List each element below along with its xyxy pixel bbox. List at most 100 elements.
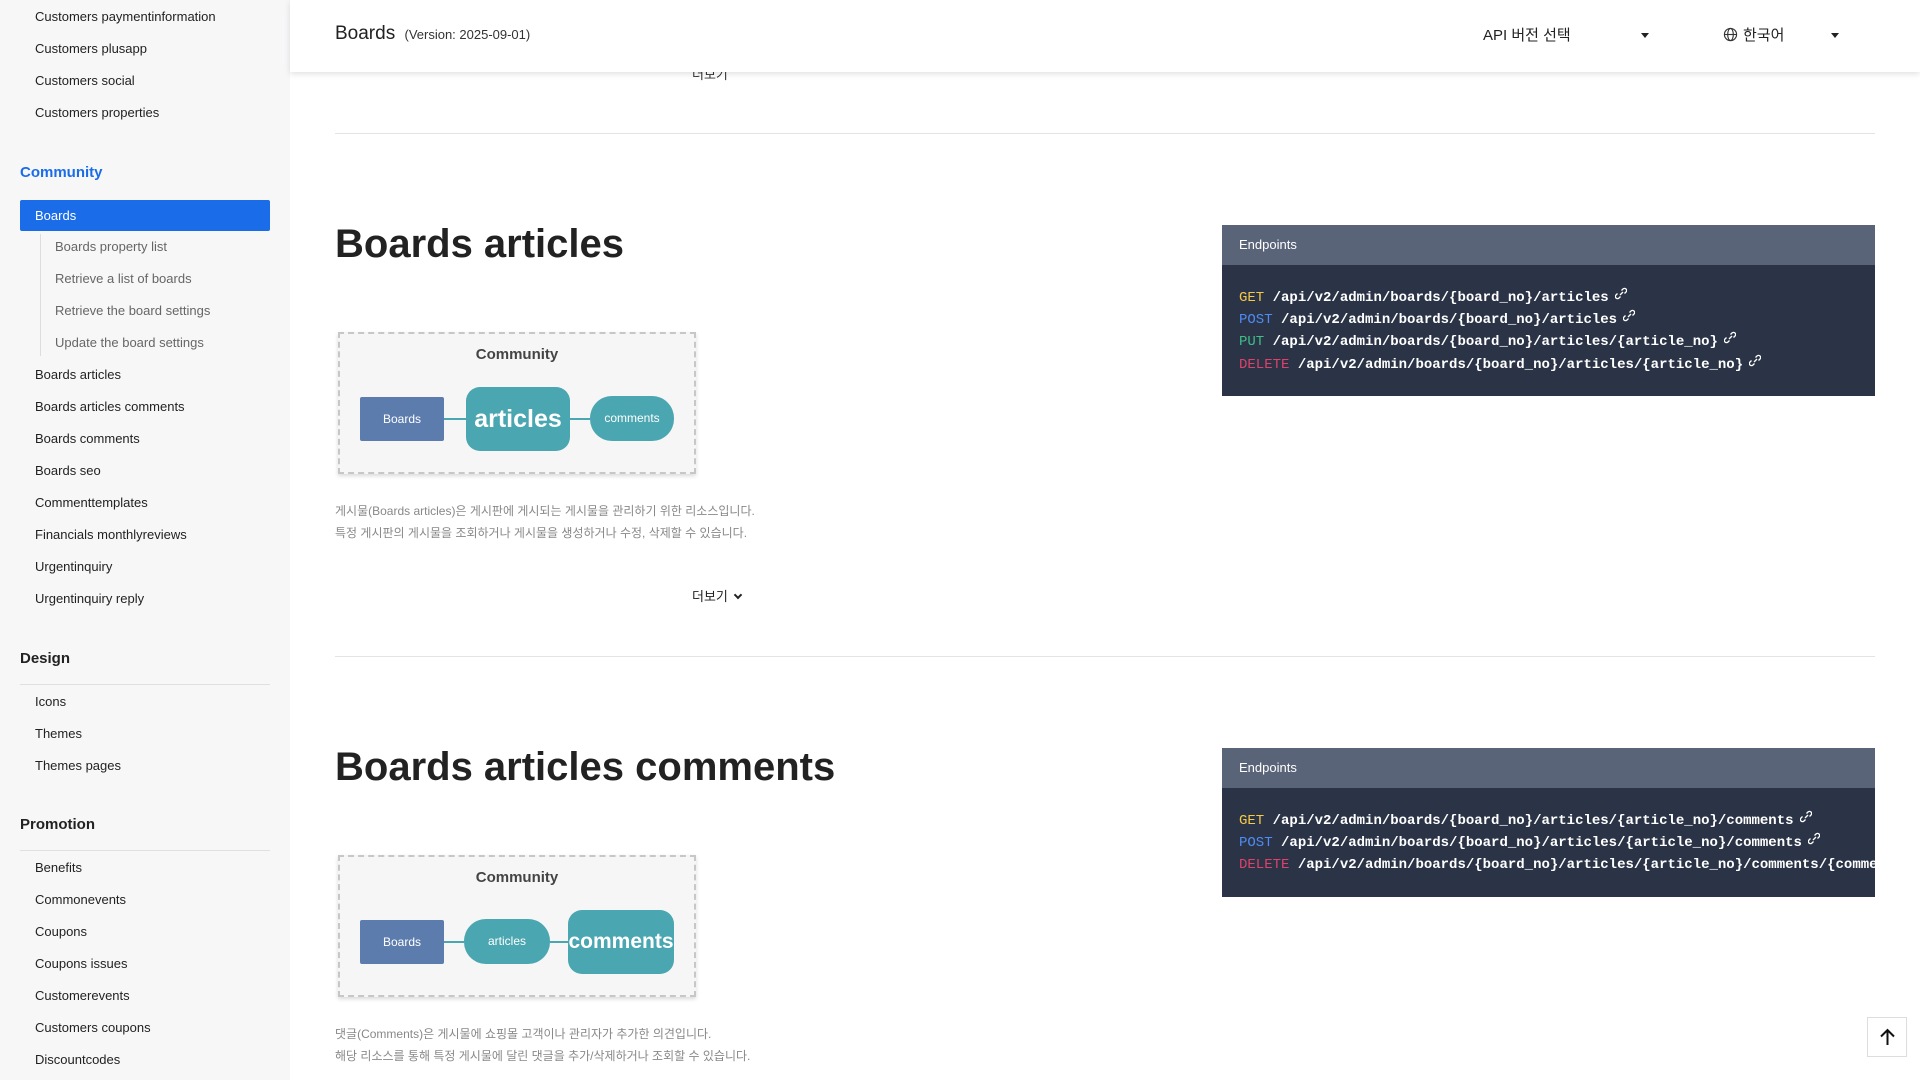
endpoints-list: GET /api/v2/admin/boards/{board_no}/arti… (1222, 788, 1875, 897)
endpoints-header: Endpoints (1222, 748, 1875, 788)
sidebar-sub-retrieve-board-settings[interactable]: Retrieve the board settings (55, 303, 210, 318)
link-icon[interactable] (1799, 810, 1812, 831)
endpoint-path: /api/v2/admin/boards/{board_no}/articles… (1272, 813, 1794, 830)
endpoints-panel: Endpoints GET /api/v2/admin/boards/{boar… (1222, 225, 1875, 396)
method-get: GET (1239, 290, 1265, 307)
method-post: POST (1239, 835, 1273, 852)
globe-icon (1723, 27, 1738, 46)
section-title-boards-articles: Boards articles (335, 222, 625, 266)
top-header: Boards (Version: 2025-09-01) API 버전 선택 한… (290, 0, 1920, 72)
sidebar-item-commonevents[interactable]: Commonevents (35, 892, 126, 907)
description-line: 해당 리소스를 통해 특정 게시물에 달린 댓글을 추가/삭제하거나 조회할 수… (335, 1049, 751, 1063)
submenu-line (40, 234, 41, 356)
method-delete: DELETE (1239, 857, 1290, 874)
diagram-connector (444, 941, 464, 943)
endpoint-path: /api/v2/admin/boards/{board_no}/articles… (1281, 835, 1802, 852)
endpoint-path: /api/v2/admin/boards/{board_no}/articles (1281, 312, 1618, 329)
description-line: 댓글(Comments)은 게시물에 쇼핑몰 고객이나 관리자가 추가한 의견입… (335, 1027, 712, 1041)
sidebar-item-customers-social[interactable]: Customers social (35, 73, 135, 88)
endpoint-path: /api/v2/admin/boards/{board_no}/articles… (1297, 356, 1744, 373)
diagram-boards-box: Boards (360, 920, 444, 964)
method-post: POST (1239, 312, 1273, 329)
sidebar-item-urgentinquiry[interactable]: Urgentinquiry (35, 559, 112, 574)
endpoint-row[interactable]: POST /api/v2/admin/boards/{board_no}/art… (1239, 309, 1858, 331)
method-delete: DELETE (1239, 356, 1290, 373)
sidebar-item-financials-monthlyreviews[interactable]: Financials monthlyreviews (35, 527, 187, 542)
sidebar-item-customers-paymentinformation[interactable]: Customers paymentinformation (35, 9, 216, 24)
sidebar-item-boards-comments[interactable]: Boards comments (35, 431, 140, 446)
endpoint-row[interactable]: DELETE /api/v2/admin/boards/{board_no}/a… (1239, 354, 1858, 376)
link-icon[interactable] (1748, 354, 1762, 375)
diagram-connector (570, 418, 590, 420)
sidebar-section-community[interactable]: Community (20, 164, 103, 181)
sidebar-sub-update-board-settings[interactable]: Update the board settings (55, 335, 204, 350)
more-button[interactable]: 더보기 (692, 586, 743, 605)
sidebar-sub-boards-property-list[interactable]: Boards property list (55, 239, 167, 254)
sidebar-item-customers-properties[interactable]: Customers properties (35, 105, 159, 120)
resource-diagram: Community Boards articles comments (338, 855, 696, 997)
sidebar-item-icons[interactable]: Icons (35, 694, 66, 709)
sidebar-item-boards[interactable]: Boards (20, 200, 270, 231)
endpoints-header: Endpoints (1222, 225, 1875, 265)
description-line: 게시물(Boards articles)은 게시판에 게시되는 게시물을 관리하… (335, 504, 755, 518)
more-button-label: 더보기 (692, 589, 728, 604)
endpoints-panel: Endpoints GET /api/v2/admin/boards/{boar… (1222, 748, 1875, 897)
page-title: Boards (Version: 2025-09-01) (335, 23, 530, 45)
endpoint-path: /api/v2/admin/boards/{board_no}/articles… (1297, 857, 1875, 874)
sidebar-item-urgentinquiry-reply[interactable]: Urgentinquiry reply (35, 591, 144, 606)
sidebar-item-benefits[interactable]: Benefits (35, 860, 82, 875)
sidebar-item-customerevents[interactable]: Customerevents (35, 988, 130, 1003)
method-get: GET (1239, 813, 1265, 830)
sidebar-item-boards-articles-comments[interactable]: Boards articles comments (35, 399, 185, 414)
sidebar-item-discountcodes[interactable]: Discountcodes (35, 1052, 120, 1067)
link-icon[interactable] (1807, 832, 1821, 853)
sidebar-item-themes[interactable]: Themes (35, 726, 82, 741)
sidebar: Customers paymentinformation Customers p… (0, 0, 290, 1080)
diagram-connector (444, 418, 466, 420)
sidebar-item-commenttemplates[interactable]: Commenttemplates (35, 495, 148, 510)
diagram-comments-pill: comments (568, 910, 674, 974)
version-label: (Version: 2025-09-01) (404, 27, 531, 42)
chevron-down-icon (1641, 33, 1649, 38)
sidebar-divider (20, 850, 270, 851)
description-line: 특정 게시판의 게시물을 조회하거나 게시물을 생성하거나 수정, 삭제할 수 … (335, 526, 748, 540)
sidebar-item-customers-plusapp[interactable]: Customers plusapp (35, 41, 147, 56)
language-select[interactable]: 한국어 (1723, 24, 1839, 48)
chevron-down-icon (733, 590, 743, 600)
endpoint-row[interactable]: GET /api/v2/admin/boards/{board_no}/arti… (1239, 287, 1858, 309)
sidebar-item-coupons-issues[interactable]: Coupons issues (35, 956, 128, 971)
endpoint-row[interactable]: DELETE /api/v2/admin/boards/{board_no}/a… (1239, 854, 1875, 876)
section-description: 게시물(Boards articles)은 게시판에 게시되는 게시물을 관리하… (335, 500, 755, 544)
endpoint-row[interactable]: GET /api/v2/admin/boards/{board_no}/arti… (1239, 810, 1858, 832)
api-version-select[interactable]: API 버전 선택 (1483, 24, 1663, 48)
section-divider (335, 133, 1875, 134)
diagram-comments-pill: comments (590, 396, 674, 441)
diagram-connector (550, 941, 568, 943)
arrow-up-icon (1879, 1028, 1896, 1051)
sidebar-item-coupons[interactable]: Coupons (35, 924, 87, 939)
section-divider (335, 656, 1875, 657)
endpoint-path: /api/v2/admin/boards/{board_no}/articles… (1272, 334, 1718, 351)
endpoint-row[interactable]: PUT /api/v2/admin/boards/{board_no}/arti… (1239, 331, 1858, 353)
method-put: PUT (1239, 334, 1265, 351)
diagram-title: Community (475, 346, 559, 363)
diagram-boards-box: Boards (360, 397, 444, 441)
sidebar-item-boards-seo[interactable]: Boards seo (35, 463, 101, 478)
sidebar-section-design[interactable]: Design (20, 650, 70, 667)
scroll-top-button[interactable] (1867, 1017, 1907, 1057)
page-title-text: Boards (335, 23, 396, 44)
diagram-title: Community (475, 869, 559, 886)
sidebar-item-boards-articles[interactable]: Boards articles (35, 367, 121, 382)
sidebar-item-themes-pages[interactable]: Themes pages (35, 758, 121, 773)
sidebar-item-customers-coupons[interactable]: Customers coupons (35, 1020, 151, 1035)
diagram-articles-pill: articles (466, 387, 570, 451)
link-icon[interactable] (1723, 331, 1737, 352)
endpoint-row[interactable]: POST /api/v2/admin/boards/{board_no}/art… (1239, 832, 1858, 854)
link-icon[interactable] (1614, 287, 1627, 308)
endpoints-list: GET /api/v2/admin/boards/{board_no}/arti… (1222, 265, 1875, 396)
sidebar-section-promotion[interactable]: Promotion (20, 816, 95, 833)
section-title-boards-articles-comments: Boards articles comments (335, 745, 836, 789)
link-icon[interactable] (1622, 309, 1636, 330)
sidebar-sub-retrieve-list-boards[interactable]: Retrieve a list of boards (55, 271, 192, 286)
endpoint-path: /api/v2/admin/boards/{board_no}/articles (1272, 290, 1609, 307)
